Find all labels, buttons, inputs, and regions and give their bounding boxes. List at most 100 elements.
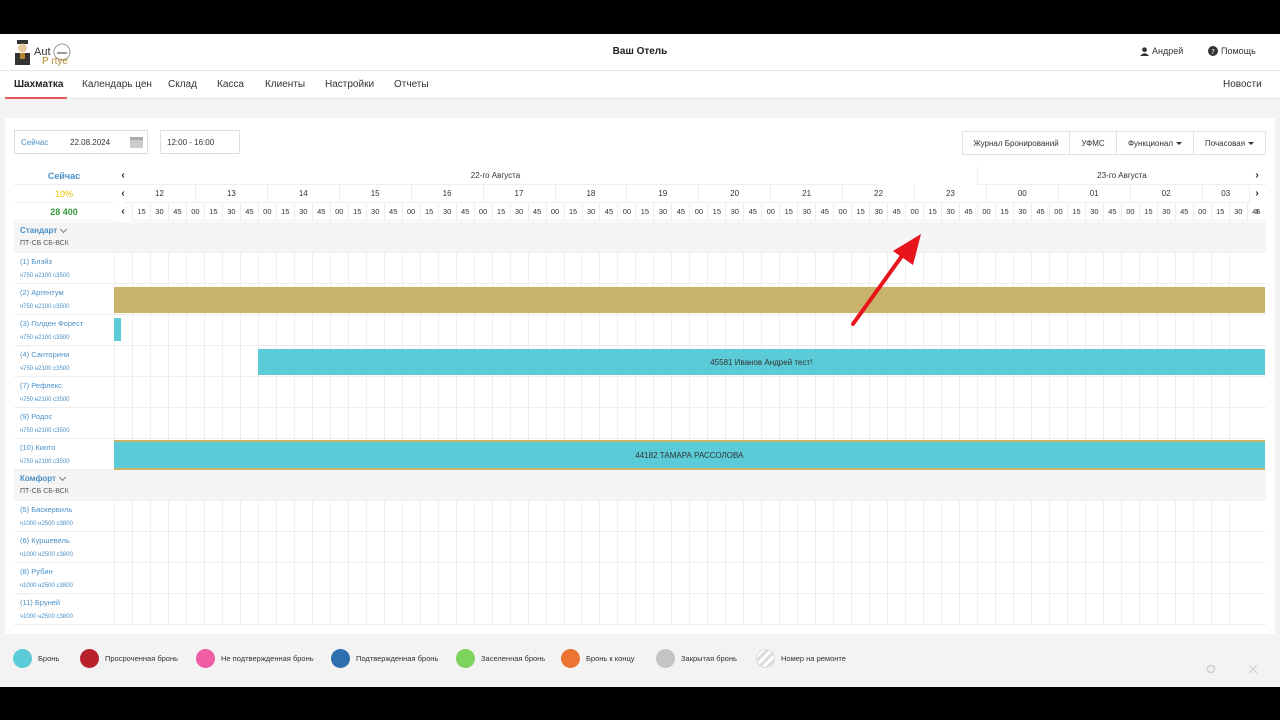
time-slot-cell[interactable] bbox=[1102, 408, 1121, 439]
time-slot-cell[interactable] bbox=[203, 315, 222, 346]
room-row[interactable]: (5) Баскервиль ч1000 н2500 с3800 bbox=[14, 501, 1266, 532]
time-slot-cell[interactable] bbox=[167, 315, 186, 346]
time-slot-cell[interactable] bbox=[131, 501, 150, 532]
time-slot-cell[interactable] bbox=[473, 315, 492, 346]
time-slot-cell[interactable] bbox=[1228, 315, 1247, 346]
time-slot-cell[interactable] bbox=[959, 253, 977, 284]
time-slot-cell[interactable] bbox=[563, 594, 582, 625]
time-slot-cell[interactable] bbox=[114, 563, 132, 594]
time-slot-cell[interactable] bbox=[1030, 501, 1049, 532]
time-slot-cell[interactable] bbox=[941, 253, 959, 284]
time-slot-cell[interactable] bbox=[185, 346, 204, 377]
time-slot-cell[interactable] bbox=[239, 315, 258, 346]
time-slot-cell[interactable] bbox=[941, 377, 959, 408]
time-slot-cell[interactable] bbox=[131, 377, 150, 408]
time-slot-cell[interactable] bbox=[293, 532, 312, 563]
time-slot-cell[interactable] bbox=[203, 377, 222, 408]
time-slot-cell[interactable] bbox=[455, 501, 474, 532]
time-slot-cell[interactable] bbox=[743, 408, 761, 439]
time-slot-cell[interactable] bbox=[689, 408, 707, 439]
time-slot-cell[interactable] bbox=[131, 315, 150, 346]
time-slot-cell[interactable] bbox=[311, 315, 330, 346]
time-slot-cell[interactable] bbox=[635, 563, 653, 594]
time-slot-cell[interactable] bbox=[491, 377, 510, 408]
time-slot-cell[interactable] bbox=[221, 346, 240, 377]
time-slot-cell[interactable] bbox=[815, 315, 833, 346]
time-slot-cell[interactable] bbox=[509, 377, 528, 408]
time-slot-cell[interactable] bbox=[1174, 532, 1193, 563]
time-slot-cell[interactable] bbox=[221, 377, 240, 408]
time-slot-cell[interactable] bbox=[563, 563, 582, 594]
time-slot-cell[interactable] bbox=[617, 501, 635, 532]
time-slot-cell[interactable] bbox=[1048, 594, 1067, 625]
time-slot-cell[interactable] bbox=[923, 563, 941, 594]
time-slot-cell[interactable] bbox=[581, 532, 599, 563]
time-slot-cell[interactable] bbox=[833, 532, 851, 563]
time-slot-cell[interactable] bbox=[797, 563, 815, 594]
time-slot-cell[interactable] bbox=[311, 563, 330, 594]
time-slot-cell[interactable] bbox=[365, 377, 384, 408]
time-slot-cell[interactable] bbox=[995, 594, 1013, 625]
time-slot-cell[interactable] bbox=[1210, 377, 1229, 408]
time-slot-cell[interactable] bbox=[689, 253, 707, 284]
time-slot-cell[interactable] bbox=[185, 315, 204, 346]
time-slot-cell[interactable] bbox=[653, 315, 671, 346]
time-slot-cell[interactable] bbox=[131, 532, 150, 563]
time-slot-cell[interactable] bbox=[707, 377, 725, 408]
time-slot-cell[interactable] bbox=[455, 377, 474, 408]
time-slot-cell[interactable] bbox=[545, 563, 564, 594]
time-slot-cell[interactable] bbox=[995, 315, 1013, 346]
time-slot-cell[interactable] bbox=[455, 315, 474, 346]
time-slot-cell[interactable] bbox=[761, 408, 779, 439]
time-slot-cell[interactable] bbox=[527, 594, 546, 625]
time-slot-cell[interactable] bbox=[1030, 315, 1049, 346]
time-slot-cell[interactable] bbox=[833, 563, 851, 594]
time-slot-cell[interactable] bbox=[707, 501, 725, 532]
time-slot-cell[interactable] bbox=[1102, 532, 1121, 563]
time-slot-cell[interactable] bbox=[941, 408, 959, 439]
room-name[interactable]: (9) Родос bbox=[20, 412, 52, 421]
time-slot-cell[interactable] bbox=[635, 377, 653, 408]
tab-clients[interactable]: Клиенты bbox=[265, 79, 305, 90]
time-slot-cell[interactable] bbox=[779, 253, 797, 284]
time-slot-cell[interactable] bbox=[923, 532, 941, 563]
time-slot-cell[interactable] bbox=[1013, 501, 1031, 532]
time-slot-cell[interactable] bbox=[311, 501, 330, 532]
time-slot-cell[interactable] bbox=[725, 315, 743, 346]
time-slot-cell[interactable] bbox=[473, 532, 492, 563]
time-slot-cell[interactable] bbox=[203, 563, 222, 594]
time-slot-cell[interactable] bbox=[1192, 408, 1211, 439]
time-slot-cell[interactable] bbox=[1013, 532, 1031, 563]
time-slot-cell[interactable] bbox=[815, 377, 833, 408]
room-row[interactable]: (1) Блэйз ч750 н2100 с3500 bbox=[14, 253, 1266, 284]
functional-dropdown[interactable]: Функционал bbox=[1116, 131, 1194, 155]
time-slot-cell[interactable] bbox=[743, 594, 761, 625]
time-slot-cell[interactable] bbox=[347, 501, 366, 532]
time-slot-cell[interactable] bbox=[419, 501, 438, 532]
time-slot-cell[interactable] bbox=[995, 408, 1013, 439]
time-slot-cell[interactable] bbox=[419, 315, 438, 346]
time-slot-cell[interactable] bbox=[491, 532, 510, 563]
time-slot-cell[interactable] bbox=[671, 408, 689, 439]
time-slot-cell[interactable] bbox=[725, 377, 743, 408]
booking-bar[interactable] bbox=[114, 287, 1265, 313]
time-slot-cell[interactable] bbox=[185, 377, 204, 408]
time-slot-cell[interactable] bbox=[509, 253, 528, 284]
time-slot-cell[interactable] bbox=[977, 594, 995, 625]
time-slot-cell[interactable] bbox=[941, 563, 959, 594]
time-slot-cell[interactable] bbox=[473, 563, 492, 594]
time-slot-cell[interactable] bbox=[851, 563, 869, 594]
time-slot-cell[interactable] bbox=[527, 377, 546, 408]
time-slot-cell[interactable] bbox=[437, 408, 456, 439]
time-slot-cell[interactable] bbox=[347, 563, 366, 594]
time-slot-cell[interactable] bbox=[401, 408, 420, 439]
time-slot-cell[interactable] bbox=[527, 532, 546, 563]
time-slot-cell[interactable] bbox=[437, 253, 456, 284]
room-row[interactable]: (3) Голден Форест ч750 н2100 с3500 bbox=[14, 315, 1266, 346]
room-name[interactable]: (3) Голден Форест bbox=[20, 319, 83, 328]
time-slot-cell[interactable] bbox=[365, 563, 384, 594]
time-slot-cell[interactable] bbox=[275, 315, 294, 346]
time-slot-cell[interactable] bbox=[563, 315, 582, 346]
time-slot-cell[interactable] bbox=[779, 594, 797, 625]
time-slot-cell[interactable] bbox=[114, 501, 132, 532]
